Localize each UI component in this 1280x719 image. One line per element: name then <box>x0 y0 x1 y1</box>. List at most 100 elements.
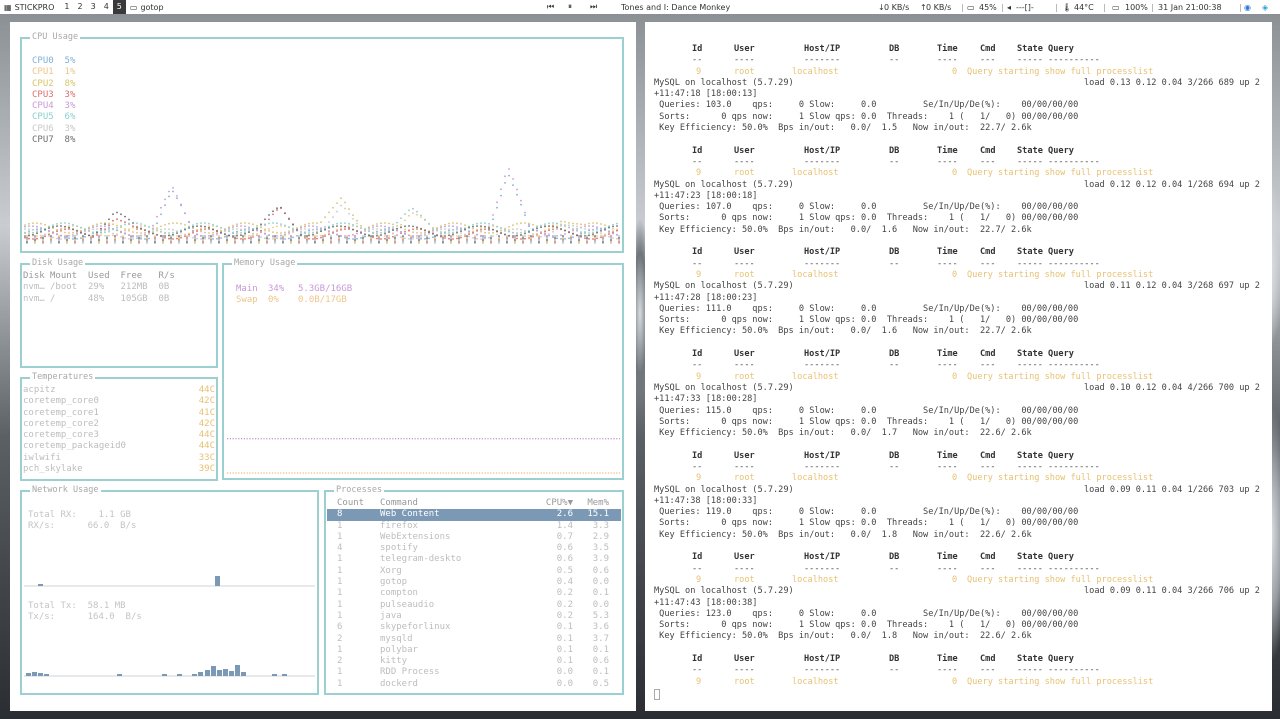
cpu-graph-point <box>488 232 490 234</box>
process-row[interactable]: 1 telegram-deskto 0.6 3.9 <box>327 554 621 565</box>
mytop-terminal[interactable]: Id User Host/IP DB Time Cmd State Query -- ---- -… <box>645 22 1272 711</box>
cpu-graph-point <box>596 222 598 225</box>
cpu-graph-point <box>384 237 386 240</box>
process-column-dashes-cmd: --- <box>980 461 996 472</box>
cpu-graph-point <box>520 228 522 231</box>
process-header-row[interactable]: Count Command CPU%▼ Mem% <box>327 498 621 509</box>
cpu-graph-point <box>64 228 66 231</box>
process-row[interactable]: 8 Web Content 2.6 15.1 <box>327 509 621 521</box>
process-column-headers-host: Host/IP <box>804 654 841 665</box>
cpu-graph-point <box>240 222 242 225</box>
mysql-process-id: 9 <box>696 676 702 687</box>
cpu-graph-point <box>168 195 170 198</box>
process-row[interactable]: 1 java 0.2 5.3 <box>327 611 621 622</box>
cpu-graph-point <box>268 214 270 216</box>
process-row[interactable]: 2 mysqld 0.1 3.7 <box>327 634 621 645</box>
cpu-graph-point <box>316 228 318 231</box>
cpu-graph-point <box>588 234 590 237</box>
volume[interactable]: ---[]- <box>1016 3 1034 12</box>
cpu-graph-point <box>562 235 564 237</box>
cpu-graph-point <box>530 235 532 237</box>
process-column-headers-user: User <box>734 44 755 54</box>
process-column-dashes-cmd: --- <box>980 360 996 371</box>
cpu-graph-point <box>148 231 150 233</box>
pause-icon[interactable]: ⏸ <box>568 2 572 12</box>
mysql-load: load 0.09 0.11 0.04 1/266 703 up 2 <box>1084 484 1260 495</box>
process-column-dashes: -- ---- ------- -- ---- --- ----- ---------- <box>654 259 1268 270</box>
workspace-3[interactable]: 3 <box>87 0 100 14</box>
process-row[interactable]: 6 skypeforlinux 0.1 3.6 <box>327 622 621 633</box>
cpu-graph-point <box>84 233 86 236</box>
cpu-graph-point <box>516 223 518 225</box>
workspace-1[interactable]: 1 <box>60 0 73 14</box>
workspace-4[interactable]: 4 <box>100 0 113 14</box>
cpu-graph-point <box>584 235 586 237</box>
cpu-graph-point <box>516 228 518 230</box>
next-track-icon[interactable]: ⏭ <box>590 2 597 12</box>
process-column-dashes-db: -- <box>889 156 900 167</box>
mysql-process-row: 9 root localhost 0 Query starting show full … <box>654 473 1268 484</box>
browser-tray-icon[interactable]: ◉ <box>1244 3 1251 12</box>
cpu-graph-point <box>208 237 210 239</box>
cpu-graph-point <box>208 225 210 228</box>
process-row[interactable]: 1 pulseaudio 0.2 0.0 <box>327 600 621 611</box>
workspace-5[interactable]: 5 <box>112 0 126 14</box>
cpu-graph-point <box>96 228 98 230</box>
disk-header-cell: Disk <box>23 271 45 281</box>
cpu-graph-point <box>272 222 274 224</box>
volume-icon[interactable]: ◂ <box>1007 3 1011 12</box>
cpu-graph-point <box>72 223 74 226</box>
cpu-graph-point <box>508 229 510 231</box>
mysql-stat-line: Queries: 115.0 qps: 0 Slow: 0.0 Se/In/Up… <box>654 405 1079 416</box>
process-cell: 1 <box>337 565 343 576</box>
cpu-graph-point <box>484 225 486 228</box>
process-header-cell[interactable]: Mem% <box>587 498 609 508</box>
cpu-graph-point <box>612 232 614 235</box>
process-row[interactable]: 4 spotify 0.6 3.5 <box>327 543 621 554</box>
cpu-graph-point <box>372 235 374 237</box>
cpu-graph-point <box>356 225 358 228</box>
process-row[interactable]: 1 polybar 0.1 0.1 <box>327 645 621 656</box>
cpu-graph-point <box>508 168 510 170</box>
workspace-2[interactable]: 2 <box>74 0 87 14</box>
process-header-cell[interactable]: Count <box>337 498 364 508</box>
cpu-graph-point <box>36 237 38 240</box>
process-row[interactable]: 1 gotop 0.4 0.0 <box>327 577 621 588</box>
process-column-dashes-host: ------- <box>804 360 841 371</box>
cpu-graph-point <box>324 225 326 228</box>
process-row[interactable]: 1 dockerd 0.0 0.5 <box>327 679 621 690</box>
cpu-graph-point <box>608 231 610 233</box>
cpu-graph-point <box>466 242 468 244</box>
gotop-window[interactable]: CPU Usage CPU0 5% CPU1 1% CPU2 8% CPU3 3% CP… <box>10 22 636 711</box>
cpu-graph-point <box>592 234 594 237</box>
cpu-graph-point <box>116 229 118 232</box>
cpu-graph-point <box>200 229 202 231</box>
process-row[interactable]: 2 kitty 0.1 0.6 <box>327 656 621 667</box>
cpu-graph-point <box>480 230 482 233</box>
process-row[interactable]: 1 firefox 1.4 3.3 <box>327 521 621 532</box>
previous-track-icon[interactable]: ⏮ <box>547 2 554 12</box>
cpu-graph-point <box>360 237 362 239</box>
process-header-cell[interactable]: Command <box>380 498 418 508</box>
mysql-status-line: MySQL on localhost (5.7.29) load 0.09 0.1… <box>654 586 1268 597</box>
cpu-graph-point <box>56 237 58 240</box>
cpu-graph-point <box>290 242 292 244</box>
cpu-graph-point <box>242 242 244 244</box>
process-column-dashes-db: -- <box>889 55 900 66</box>
process-row[interactable]: 1 Xorg 0.5 0.6 <box>327 566 621 577</box>
mysql-process-user: root <box>734 168 755 179</box>
process-row[interactable]: 1 RDD Process 0.0 0.1 <box>327 667 621 678</box>
cpu-graph-point <box>504 230 506 233</box>
cpu-graph-point <box>456 235 458 237</box>
cpu-graph-point <box>544 230 546 233</box>
process-cell: 3.7 <box>592 633 609 644</box>
process-row[interactable]: 1 WebExtensions 0.7 2.9 <box>327 532 621 543</box>
telegram-tray-icon[interactable]: ◈ <box>1262 3 1268 12</box>
process-header-cell[interactable]: CPU%▼ <box>546 498 573 508</box>
cpu-graph-point <box>32 231 34 234</box>
mysql-process-user: root <box>734 66 755 77</box>
mysql-process-id: 9 <box>696 269 702 280</box>
cpu-graph-point <box>418 242 420 244</box>
process-column-headers: Id User Host/IP DB Time Cmd State Query <box>654 247 1268 258</box>
process-row[interactable]: 1 compton 0.2 0.1 <box>327 588 621 599</box>
